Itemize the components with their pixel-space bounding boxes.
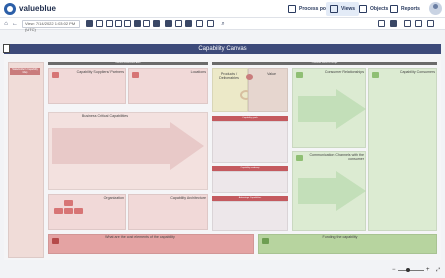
capability-consumers-label: Capability Consumers <box>399 70 435 74</box>
edit-icon[interactable] <box>390 20 397 27</box>
back-arrow-icon[interactable]: ← <box>11 20 19 28</box>
views-icon <box>330 5 338 13</box>
user-avatar[interactable] <box>429 2 442 15</box>
funding-label: Funding the capability <box>322 235 358 239</box>
value-label: Value <box>267 72 276 76</box>
link-icon[interactable] <box>115 20 122 27</box>
zoom-out-button[interactable]: − <box>392 266 396 274</box>
communication-channels-label: Communication Channels with the consumer <box>309 153 364 161</box>
new-page-icon[interactable] <box>404 20 411 27</box>
locations-label: Locations <box>190 70 206 74</box>
layers-icon[interactable] <box>378 20 385 27</box>
green-arrow-head <box>336 171 366 211</box>
table-icon[interactable] <box>175 20 182 27</box>
document-icon[interactable] <box>3 44 10 53</box>
stakeholder-capability-map-label: Stakeholder's Capability Map <box>10 68 40 75</box>
heart-icon <box>246 74 253 80</box>
settings-icon[interactable] <box>124 20 131 27</box>
person-icon <box>372 72 379 78</box>
zoom-slider-handle[interactable] <box>406 268 410 272</box>
shapes-icon[interactable] <box>153 20 160 27</box>
zoom-icon[interactable] <box>106 20 113 27</box>
factory-icon <box>132 72 139 78</box>
more-icon[interactable] <box>427 20 434 27</box>
nav-label: Reports <box>401 6 420 12</box>
suppliers-label: Capability Suppliers/ Partners <box>76 70 124 74</box>
money-bag-icon <box>52 238 59 244</box>
products-label: Products / Deliverables <box>219 72 239 80</box>
view-toolbar: ⌂ ← View: 7/14/2022 1:03:02 PM (UTC) ⌕ <box>0 18 445 32</box>
capability-architecture-label: Capability Architecture <box>170 196 206 200</box>
money-bag-icon <box>262 238 269 244</box>
organization-label: Organization <box>103 196 124 200</box>
brand-name: valueblue <box>19 4 56 13</box>
stakeholder-capability-map-block[interactable] <box>8 62 44 258</box>
zoom-slider-track[interactable] <box>398 270 424 271</box>
reports-icon <box>390 5 398 13</box>
org-chart-node-icon <box>74 208 83 214</box>
process-portal-icon <box>288 5 296 13</box>
zoom-in-button[interactable]: + <box>426 266 430 274</box>
org-chart-node-icon <box>54 208 63 214</box>
search-icon[interactable]: ⌕ <box>219 20 227 28</box>
objects-icon <box>359 5 367 13</box>
tag-icon[interactable] <box>143 20 150 27</box>
business-critical-label: Business Critical Capabilities <box>81 114 129 118</box>
megaphone-icon <box>296 155 303 161</box>
canvas-title: Capability Canvas <box>4 44 441 54</box>
handshake-icon <box>296 72 303 78</box>
list-icon[interactable] <box>185 20 192 27</box>
home-icon[interactable]: ⌂ <box>2 20 10 28</box>
fullscreen-icon[interactable]: ⤢ <box>436 266 440 274</box>
top-navigation-bar: valueblue Process portal Views Objects R… <box>0 0 445 18</box>
nav-reports[interactable]: Reports <box>386 2 424 16</box>
customer-focus-header: Customer Focus & Design <box>212 62 437 65</box>
red-arrow-shaft <box>52 128 170 164</box>
valueblue-logo-icon <box>4 3 16 15</box>
capability-roadmap-block[interactable] <box>212 171 288 193</box>
export-icon[interactable] <box>207 20 214 27</box>
save-icon[interactable] <box>86 20 93 27</box>
object-icon[interactable] <box>134 20 141 27</box>
cost-elements-label: What are the cost elements of the capabi… <box>105 235 175 239</box>
view-version-select[interactable]: View: 7/14/2022 1:03:02 PM (UTC) <box>22 20 80 32</box>
grid-icon[interactable] <box>165 20 172 27</box>
green-arrow-shaft <box>298 96 336 122</box>
footer-bar <box>0 262 445 278</box>
truck-icon <box>52 72 59 78</box>
select-icon[interactable] <box>96 20 103 27</box>
copy-icon[interactable] <box>415 20 422 27</box>
consumer-relationships-label: Consumer Relationships <box>324 70 364 74</box>
org-chart-node-icon <box>64 208 73 214</box>
green-arrow-head <box>336 89 366 129</box>
capability-consumers-block[interactable] <box>368 68 437 231</box>
nav-label: Views <box>341 6 356 12</box>
capability-goals-block[interactable] <box>212 121 288 163</box>
internal-governance-header: Internal Governance Area <box>48 62 208 65</box>
investment-block[interactable] <box>212 201 288 231</box>
document-icon[interactable] <box>196 20 203 27</box>
red-arrow-head <box>170 122 204 170</box>
org-chart-node-icon <box>64 200 73 206</box>
green-arrow-shaft <box>298 178 336 204</box>
